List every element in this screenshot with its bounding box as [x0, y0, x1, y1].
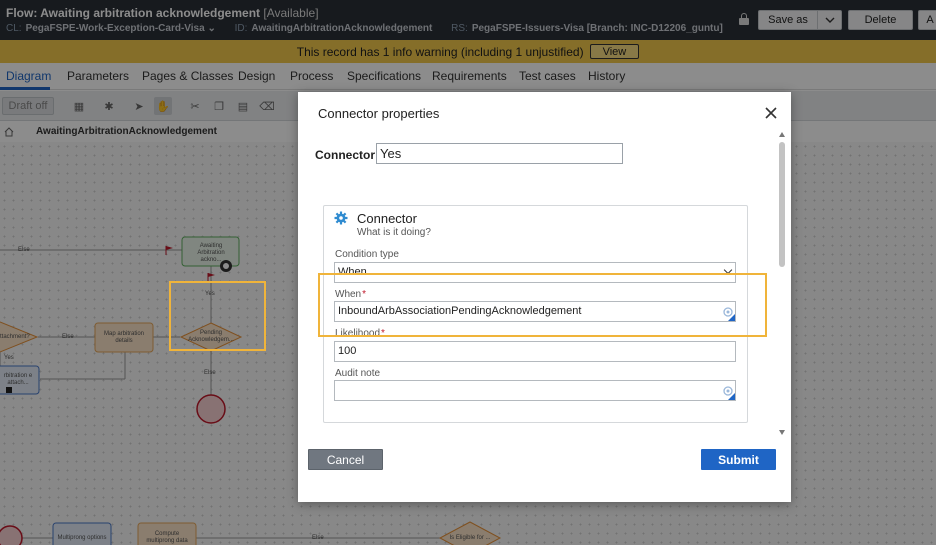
scroll-down-arrow-icon[interactable] — [779, 430, 785, 435]
dialog-title: Connector properties — [318, 106, 440, 121]
gear-icon[interactable] — [722, 385, 734, 397]
audit-note-input[interactable] — [334, 380, 736, 401]
condition-type-label: Condition type — [335, 249, 399, 260]
cancel-button[interactable]: Cancel — [308, 449, 383, 470]
connector-name-label: Connector: — [315, 148, 379, 162]
scroll-thumb[interactable] — [779, 142, 785, 267]
likelihood-value: 100 — [338, 345, 357, 357]
highlight-pending-shape — [169, 281, 266, 351]
submit-button[interactable]: Submit — [701, 449, 776, 470]
close-icon[interactable] — [764, 106, 778, 120]
section-subtitle: What is it doing? — [357, 227, 431, 238]
scroll-up-arrow-icon[interactable] — [779, 132, 785, 137]
connector-name-input[interactable] — [376, 143, 623, 164]
highlight-when-field — [318, 273, 767, 337]
audit-note-label: Audit note — [335, 368, 381, 379]
likelihood-input[interactable]: 100 — [334, 341, 736, 362]
dialog-scrollbar[interactable] — [778, 132, 787, 437]
gear-icon — [334, 211, 348, 225]
section-title: Connector — [357, 211, 417, 226]
